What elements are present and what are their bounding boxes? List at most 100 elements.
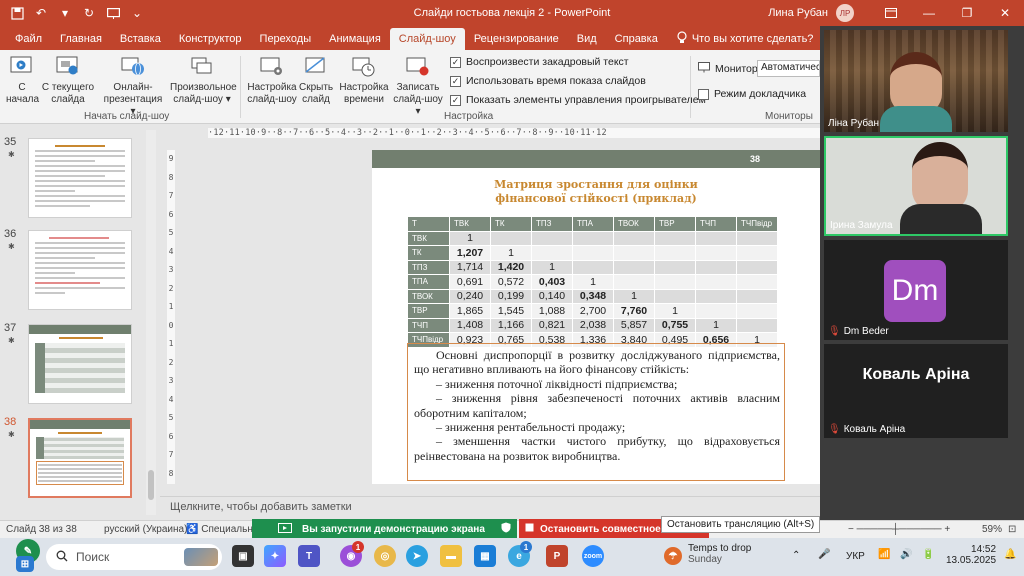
matrix-cell: 1 [613, 288, 655, 304]
fit-slide-icon[interactable]: ⊡ [1008, 524, 1016, 535]
slide-canvas[interactable]: 38 Матриця зростання для оцінки фінансов… [372, 150, 820, 484]
account-name[interactable]: Лина Рубан [768, 7, 828, 19]
tab-slideshow[interactable]: Слайд-шоу [389, 28, 465, 50]
powerpoint-icon[interactable]: P [546, 545, 568, 567]
restore-icon[interactable]: ❐ [948, 0, 986, 26]
matrix-cell: 0,403 [531, 274, 573, 290]
matrix-cell [654, 288, 696, 304]
volume-icon[interactable]: 🔊 [900, 549, 912, 560]
from-current-button[interactable]: С текущего слайда [40, 54, 96, 106]
teams-icon[interactable]: T [298, 545, 320, 567]
group-label-start: Начать слайд-шоу [84, 111, 170, 122]
matrix-cell: 2,038 [572, 317, 614, 333]
setup-slideshow-button[interactable]: Настройка слайд-шоу [246, 54, 298, 106]
participant-avatar: Dm [884, 260, 946, 322]
chevron-down-icon[interactable]: ▾ [58, 6, 72, 20]
matrix-cell: 0,821 [531, 317, 573, 333]
participant-tile[interactable]: Dm 🎙 Dm Beder [824, 240, 1008, 340]
tab-transitions[interactable]: Переходы [251, 28, 321, 50]
task-view-icon[interactable]: ▣ [232, 545, 254, 567]
matrix-cell: 1,714 [449, 259, 491, 275]
tab-home[interactable]: Главная [51, 28, 111, 50]
language-indicator[interactable]: русский (Украина) [104, 524, 187, 535]
text-bullet: – зниження поточної ліквідності підприєм… [436, 376, 678, 391]
battery-icon[interactable]: 🔋 [922, 549, 934, 560]
present-icon[interactable] [106, 6, 120, 20]
microphone-icon[interactable]: 🎤 [818, 549, 830, 560]
show-media-controls-checkbox[interactable]: ✓ Показать элементы управления проигрыва… [450, 94, 706, 106]
file-explorer-icon[interactable]: ▬ [440, 545, 462, 567]
participant-tile[interactable]: Коваль Аріна 🎙 Коваль Аріна [824, 344, 1008, 438]
matrix-cell [531, 230, 573, 246]
participant-tile[interactable]: Ліна Рубан [824, 30, 1008, 132]
notifications-bell-icon[interactable]: 🔔 [1004, 549, 1016, 560]
thumbnails-scrollbar[interactable] [146, 130, 156, 515]
hide-slide-button[interactable]: Скрыть слайд [299, 54, 333, 106]
matrix-cell: 1 [531, 259, 573, 275]
minimize-icon[interactable]: — [910, 0, 948, 26]
slide-thumbnail-36[interactable] [28, 230, 132, 310]
weather-widget[interactable]: Temps to drop Sunday [688, 543, 751, 565]
tab-help[interactable]: Справка [606, 28, 667, 50]
group-label-setup: Настройка [444, 111, 494, 122]
rehearse-timings-button[interactable]: Настройка времени [338, 54, 390, 106]
slide-title[interactable]: Матриця зростання для оцінки фінансової … [372, 178, 820, 206]
zoom-level[interactable]: 59% [982, 524, 1002, 535]
custom-slideshow-button[interactable]: Произвольное слайд-шоу ▾ [170, 54, 237, 106]
telegram-icon[interactable]: ➤ [406, 545, 428, 567]
from-beginning-button[interactable]: С начала [6, 54, 39, 106]
matrix-row-header: ТВР [407, 303, 450, 319]
tray-chevron-icon[interactable]: ⌃ [792, 550, 800, 561]
monitor-icon [698, 62, 710, 76]
slide-thumbnail-35[interactable] [28, 138, 132, 218]
windows-start-icon[interactable]: ⊞ [16, 556, 34, 572]
monitor-label: Монитор: [698, 62, 761, 76]
zoom-slider[interactable]: − ─────┼────── + [848, 524, 950, 535]
zoom-app-icon[interactable]: zoom [582, 545, 604, 567]
chrome-icon[interactable]: ◎ [374, 545, 396, 567]
store-icon[interactable]: ▦ [474, 545, 496, 567]
presenter-view-checkbox[interactable]: Режим докладчика [698, 88, 806, 100]
matrix-col-header: ТПЗ [531, 216, 573, 232]
tab-view[interactable]: Вид [568, 28, 606, 50]
avatar[interactable]: ЛР [836, 4, 854, 22]
tell-me-search[interactable]: Что вы хотите сделать? [677, 28, 813, 50]
slide-text-box[interactable]: Основні диспропорції в розвитку досліджу… [407, 343, 785, 481]
taskbar-search[interactable]: Поиск [46, 544, 222, 570]
copilot-icon[interactable]: ✦ [264, 545, 286, 567]
record-slideshow-button[interactable]: Записать слайд-шоу ▾ [392, 54, 444, 118]
language-switcher[interactable]: УКР [846, 551, 865, 562]
matrix-cell [736, 288, 778, 304]
tab-animations[interactable]: Анимация [320, 28, 390, 50]
tab-insert[interactable]: Вставка [111, 28, 170, 50]
redo-icon[interactable]: ↻ [82, 6, 96, 20]
matrix-cell [695, 303, 737, 319]
slide-thumbnail-37[interactable] [28, 324, 132, 404]
present-online-button[interactable]: Онлайн- презентация ▾ [100, 54, 166, 118]
customize-qat-icon[interactable]: ⌄ [130, 6, 144, 20]
text-intro: Основні диспропорції в розвитку досліджу… [414, 348, 780, 377]
matrix-row-header: ТПА [407, 274, 450, 290]
globe-icon [119, 54, 147, 80]
tab-file[interactable]: Файл [6, 28, 51, 50]
screen-share-banner: Вы запустили демонстрацию экрана [252, 519, 517, 539]
close-icon[interactable]: ✕ [986, 0, 1024, 26]
wifi-icon[interactable]: 📶 [878, 549, 890, 560]
monitor-select[interactable]: Автоматически [757, 60, 820, 77]
tab-review[interactable]: Рецензирование [465, 28, 568, 50]
save-icon[interactable] [10, 6, 24, 20]
matrix-cell: 0,691 [449, 274, 491, 290]
use-timings-checkbox[interactable]: ✓ Использовать время показа слайдов [450, 75, 646, 87]
matrix-cell [695, 259, 737, 275]
matrix-cell [736, 245, 778, 261]
play-narrations-checkbox[interactable]: ✓ Воспроизвести закадровый текст [450, 56, 629, 68]
undo-icon[interactable]: ↶ [34, 6, 48, 20]
matrix-cell [695, 230, 737, 246]
matrix-cell [613, 274, 655, 290]
growth-matrix-table[interactable]: Т ТВК ТК ТПЗ ТПА ТВОК ТВР ТЧП ТЧПвідр ТВК 1 ТК 1,207… [407, 216, 778, 348]
participant-tile-active[interactable]: Ірина Замула [824, 136, 1008, 236]
ribbon-display-icon[interactable] [872, 0, 910, 26]
slide-thumbnail-38[interactable] [28, 418, 132, 498]
tab-design[interactable]: Конструктор [170, 28, 251, 50]
clock[interactable]: 14:52 13.05.2025 [946, 544, 996, 566]
